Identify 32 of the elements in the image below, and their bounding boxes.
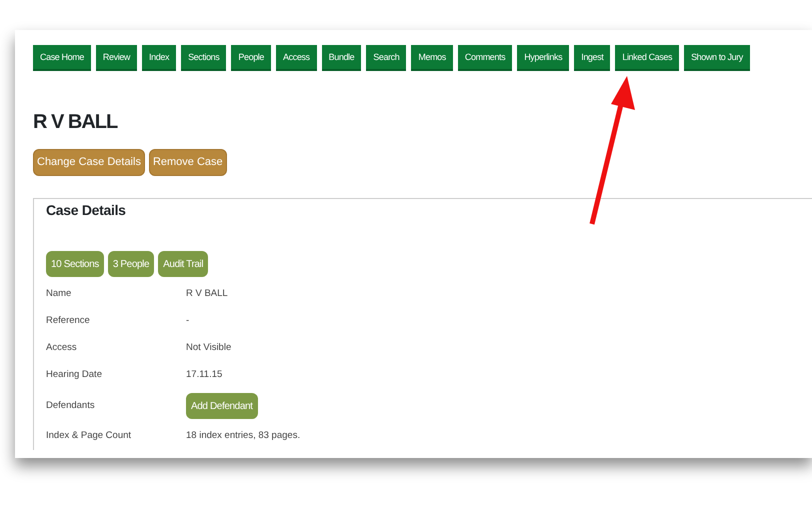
case-title: R V BALL — [33, 110, 119, 135]
detail-label: Defendants — [46, 398, 96, 413]
nav-tab[interactable]: Access — [276, 45, 317, 71]
nav-tab[interactable]: Shown to Jury — [684, 45, 750, 71]
detail-value: 17.11.15 — [186, 368, 222, 382]
detail-value: - — [186, 314, 190, 328]
nav-tab[interactable]: Linked Cases — [615, 45, 680, 71]
detail-label: Index & Page Count — [46, 429, 132, 444]
nav-tab[interactable]: Bundle — [322, 45, 362, 71]
nav-tab[interactable]: Memos — [411, 45, 453, 71]
nav-tab[interactable]: Ingest — [574, 45, 610, 71]
nav-tab[interactable]: Case Home — [33, 45, 91, 71]
action-button[interactable]: Change Case Details — [33, 149, 145, 176]
detail-label: Reference — [46, 314, 91, 328]
summary-button[interactable]: Audit Trail — [158, 251, 208, 277]
action-button[interactable]: Remove Case — [148, 149, 227, 176]
summary-button[interactable]: 10 Sections — [46, 251, 104, 277]
nav-tab[interactable]: Search — [366, 45, 406, 71]
nav-tab[interactable]: Sections — [181, 45, 226, 71]
detail-value: R V BALL — [186, 287, 228, 302]
nav-tab[interactable]: Index — [142, 45, 176, 71]
detail-value: Not Visible — [186, 341, 232, 356]
nav-tab[interactable]: Comments — [458, 45, 512, 71]
nav-tab[interactable]: Review — [96, 45, 138, 71]
detail-label: Access — [46, 341, 78, 356]
add-button[interactable]: Add Defendant — [186, 393, 258, 419]
detail-value: 18 index entries, 83 pages. — [186, 429, 300, 444]
nav-tab[interactable]: Hyperlinks — [517, 45, 570, 71]
detail-label: Name — [46, 287, 72, 302]
summary-button[interactable]: 3 People — [108, 251, 154, 277]
detail-label: Hearing Date — [46, 368, 103, 382]
nav-tab[interactable]: People — [231, 45, 272, 71]
